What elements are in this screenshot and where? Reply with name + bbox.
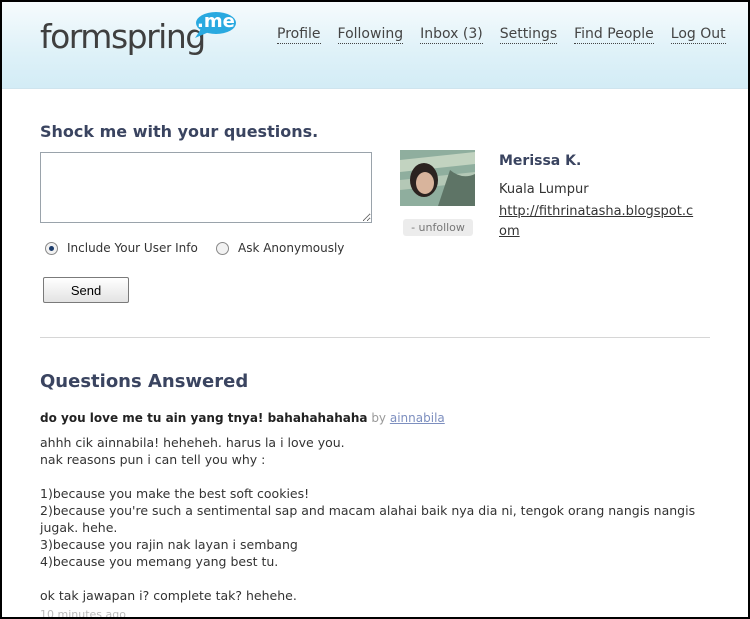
browser-frame: formspring .me Profile Following Inbox (… <box>0 0 750 619</box>
avatar-photo <box>400 150 475 206</box>
section-divider <box>40 337 710 338</box>
asker-link[interactable]: ainnabila <box>390 411 445 425</box>
nav-log-out[interactable]: Log Out <box>670 26 726 44</box>
option-user-info-label: Include Your User Info <box>67 241 198 255</box>
answer-line: ok tak jawapan i? complete tak? hehehe. <box>40 588 297 603</box>
nav-inbox[interactable]: Inbox (3) <box>420 26 483 44</box>
avatar[interactable] <box>400 150 475 206</box>
answer-line: ahhh cik ainnabila! heheheh. harus la i … <box>40 435 345 450</box>
formspring-logo[interactable]: formspring .me <box>40 11 240 62</box>
user-website-link[interactable]: http://fithrinatasha.blogspot.com <box>499 202 699 242</box>
user-name: Merissa K. <box>499 153 582 169</box>
option-anonymous-label: Ask Anonymously <box>238 241 345 255</box>
answer-line: 2)because you're such a sentimental sap … <box>40 503 696 535</box>
send-button[interactable]: Send <box>43 277 129 303</box>
site-header: formspring .me Profile Following Inbox (… <box>2 2 748 89</box>
question-text: do you love me tu ain yang tnya! bahahah… <box>40 411 368 425</box>
unfollow-button[interactable]: - unfollow <box>403 219 473 236</box>
logo-bubble-text: .me <box>197 11 235 32</box>
radio-anonymous[interactable] <box>216 241 229 255</box>
answer-text: ahhh cik ainnabila! heheheh. harus la i … <box>40 434 710 604</box>
option-anonymous[interactable]: Ask Anonymously <box>216 241 344 255</box>
answer-blank-line <box>40 468 710 485</box>
answer-blank-line <box>40 570 710 587</box>
nav-profile[interactable]: Profile <box>277 26 321 44</box>
option-user-info[interactable]: Include Your User Info <box>45 241 198 255</box>
question-header: do you love me tu ain yang tnya! bahahah… <box>40 411 445 425</box>
nav-find-people[interactable]: Find People <box>574 26 654 44</box>
answer-line: 1)because you make the best soft cookies… <box>40 486 310 501</box>
nav-settings[interactable]: Settings <box>499 26 558 44</box>
question-input[interactable] <box>40 152 372 223</box>
by-label: by <box>371 411 387 425</box>
nav-following[interactable]: Following <box>337 26 404 44</box>
answer-timestamp: 10 minutes ago <box>40 608 126 619</box>
answer-line: 3)because you rajin nak layan i sembang <box>40 537 298 552</box>
top-nav: Profile Following Inbox (3) Settings Fin… <box>277 26 743 44</box>
logo-word: formspring <box>40 17 206 56</box>
radio-user-info[interactable] <box>45 241 58 255</box>
answered-title: Questions Answered <box>40 371 249 392</box>
user-location: Kuala Lumpur <box>499 182 589 197</box>
answer-line: 4)because you memang yang best tu. <box>40 554 279 569</box>
ask-title: Shock me with your questions. <box>40 122 319 141</box>
answer-line: nak reasons pun i can tell you why : <box>40 452 266 467</box>
